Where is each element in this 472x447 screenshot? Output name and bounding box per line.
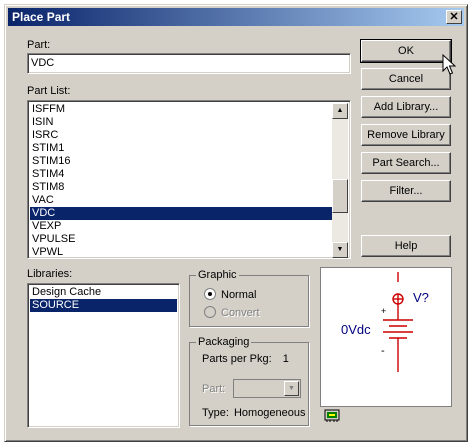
dialog-title: Place Part: [12, 10, 71, 24]
pin-toggle-icon[interactable]: [324, 409, 340, 423]
part-list-label: Part List:: [27, 85, 71, 97]
scroll-thumb[interactable]: [332, 179, 348, 213]
part-list-item[interactable]: VPWL: [30, 246, 332, 258]
part-list-item[interactable]: VPULSE: [30, 233, 332, 246]
part-reference-label: V?: [413, 290, 429, 305]
part-list-item[interactable]: ISIN: [30, 116, 332, 129]
graphic-convert-label: Convert: [221, 307, 260, 319]
part-list-item[interactable]: VEXP: [30, 220, 332, 233]
parts-per-pkg-value: 1: [282, 353, 289, 365]
graphic-convert-option: Convert: [204, 306, 260, 320]
minus-sign: -: [381, 345, 385, 357]
vdc-symbol-preview: + - 0Vdc V?: [341, 272, 429, 372]
part-list-item[interactable]: ISFFM: [30, 103, 332, 116]
packaging-group: Packaging Parts per Pkg: 1 Part: ▼ Type:…: [189, 336, 309, 426]
libraries-list[interactable]: Design Cache SOURCE: [27, 283, 180, 428]
library-item[interactable]: Design Cache: [30, 286, 177, 299]
packaging-part-select: ▼: [233, 379, 301, 398]
place-part-dialog: Place Part ✕ Part: VDC Part List: ISFFM I…: [4, 4, 468, 442]
close-icon[interactable]: ✕: [446, 10, 462, 24]
filter-button[interactable]: Filter...: [361, 180, 451, 202]
part-list-item[interactable]: STIM16: [30, 155, 332, 168]
radio-unchecked-icon: [204, 306, 216, 318]
part-list-item[interactable]: VAC: [30, 194, 332, 207]
scroll-down-icon[interactable]: ▼: [332, 242, 348, 258]
add-library-button[interactable]: Add Library...: [361, 96, 451, 118]
graphic-group: Graphic Normal Convert: [189, 269, 309, 327]
remove-library-button[interactable]: Remove Library: [361, 124, 451, 146]
packaging-group-title: Packaging: [196, 336, 252, 348]
part-list-item[interactable]: STIM1: [30, 142, 332, 155]
part-list-item[interactable]: ISRC: [30, 129, 332, 142]
type-value: Homogeneous: [233, 407, 306, 419]
title-bar: Place Part ✕: [8, 8, 464, 26]
graphic-group-title: Graphic: [196, 269, 239, 281]
library-item[interactable]: SOURCE: [30, 299, 177, 312]
ok-button[interactable]: OK: [360, 39, 452, 63]
part-preview: + - 0Vdc V?: [320, 267, 452, 407]
scroll-up-icon[interactable]: ▲: [332, 103, 348, 119]
part-label: Part:: [27, 39, 51, 51]
part-list[interactable]: ISFFM ISIN ISRC STIM1 STIM16 STIM4 STIM8 VAC VDC…: [27, 100, 351, 259]
packaging-part-label: Part:: [202, 383, 226, 395]
graphic-normal-option[interactable]: Normal: [204, 288, 256, 302]
cancel-button[interactable]: Cancel: [361, 68, 451, 90]
part-list-item[interactable]: STIM4: [30, 168, 332, 181]
libraries-label: Libraries:: [27, 268, 73, 280]
type-label: Type:: [202, 407, 229, 419]
radio-checked-icon[interactable]: [204, 288, 216, 300]
part-list-scrollbar[interactable]: ▲ ▼: [332, 103, 348, 258]
type-row: Type: Homogeneous: [202, 407, 306, 419]
part-search-button[interactable]: Part Search...: [361, 152, 451, 174]
chevron-down-icon: ▼: [284, 381, 299, 396]
parts-per-pkg-label: Parts per Pkg:: [202, 353, 272, 365]
part-list-item[interactable]: VDC: [30, 207, 332, 220]
part-list-item[interactable]: STIM8: [30, 181, 332, 194]
plus-sign: +: [381, 306, 386, 316]
part-value-label: 0Vdc: [341, 322, 371, 337]
mouse-cursor-icon: [442, 54, 456, 75]
graphic-normal-label: Normal: [221, 289, 257, 301]
parts-per-pkg-row: Parts per Pkg: 1: [202, 353, 289, 365]
help-button[interactable]: Help: [361, 235, 451, 257]
part-input[interactable]: VDC: [27, 53, 351, 74]
